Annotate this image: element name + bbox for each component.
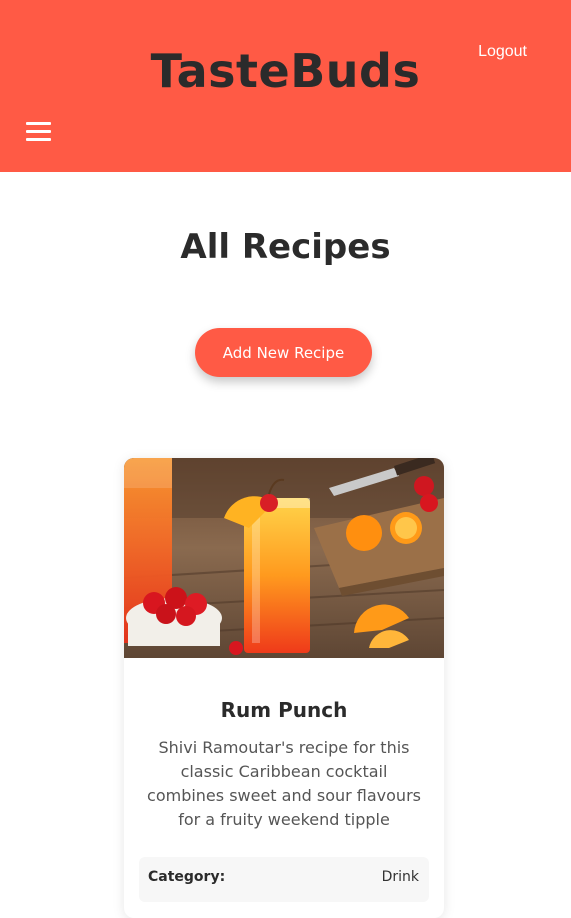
recipe-title[interactable]: Rum Punch xyxy=(124,698,444,722)
page-title: All Recipes xyxy=(180,227,391,267)
recipe-card[interactable]: Rum Punch Shivi Ramoutar's recipe for th… xyxy=(124,458,444,918)
recipe-description: Shivi Ramoutar's recipe for this classic… xyxy=(147,738,421,829)
add-new-recipe-button[interactable]: Add New Recipe xyxy=(195,328,372,377)
menu-bar-bottom xyxy=(26,138,51,141)
menu-bar-top xyxy=(26,122,51,125)
top-header: TasteBuds Logout xyxy=(0,0,571,172)
category-value: Drink xyxy=(381,869,419,885)
recipe-category-row: Category: Drink xyxy=(139,857,429,902)
recipe-image xyxy=(124,458,444,658)
hamburger-menu-icon[interactable] xyxy=(26,122,51,142)
category-label: Category: xyxy=(148,869,226,885)
logout-link[interactable]: Logout xyxy=(478,43,527,61)
menu-bar-middle xyxy=(26,130,51,133)
